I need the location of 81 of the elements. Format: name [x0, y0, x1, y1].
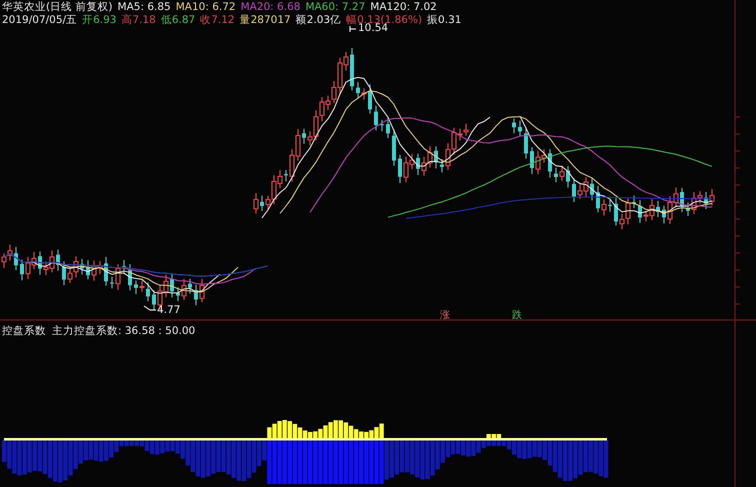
candlestick [548, 148, 552, 178]
candlestick [686, 202, 690, 217]
candlestick [128, 264, 132, 291]
candlestick [350, 48, 354, 91]
candlestick [362, 88, 366, 100]
candlestick [374, 105, 378, 131]
candlestick [356, 82, 360, 100]
candlestick [530, 146, 534, 175]
candlestick [188, 278, 192, 294]
candlestick [710, 188, 714, 206]
candlestick [398, 154, 402, 184]
candlestick [368, 84, 372, 114]
low-price-label: 4.77 [157, 304, 180, 316]
high-pointer-line [350, 26, 356, 32]
candlestick [110, 276, 114, 289]
candlestick [152, 290, 156, 312]
quote-value: 额2.03亿 [296, 14, 342, 27]
candlestick [512, 118, 516, 134]
candlestick [104, 256, 108, 286]
candlestick [56, 249, 60, 272]
candlestick [200, 278, 204, 303]
candlestick [392, 129, 396, 166]
candlestick [116, 264, 120, 290]
candlestick [176, 286, 180, 302]
candlestick [170, 274, 174, 298]
candlestick [14, 246, 18, 271]
candlestick [140, 280, 144, 292]
moving-average-value: MA5: 6.85 [118, 1, 171, 14]
candlestick [638, 200, 642, 224]
candlestick [632, 195, 636, 209]
candlestick [380, 119, 384, 132]
candlestick [560, 164, 564, 182]
candlestick [182, 278, 186, 300]
candlestick [302, 128, 306, 144]
candlestick [62, 260, 66, 286]
candlestick [20, 259, 24, 281]
candlestick [602, 198, 606, 216]
moving-average-value: MA20: 6.68 [240, 1, 300, 14]
moving-average-value: MA120: 7.02 [370, 1, 437, 14]
candlestick [590, 178, 594, 201]
stock-title: 华英农业(日线 前复权) [2, 1, 113, 14]
candlestick [254, 192, 258, 214]
candlestick [656, 200, 660, 218]
quote-value: 高7.18 [121, 14, 156, 27]
candlestick [38, 251, 42, 276]
candlestick [704, 191, 708, 210]
low-pointer-line [144, 306, 156, 310]
candlestick [554, 167, 558, 183]
date-label: 2019/07/05/五 [2, 14, 78, 27]
candlestick [260, 195, 264, 212]
candlestick [566, 166, 570, 188]
quote-value: 量287017 [240, 14, 291, 27]
candlestick [284, 170, 288, 182]
candlestick [80, 258, 84, 275]
trend-marker: 跌 [512, 308, 522, 322]
moving-average-value: MA60: 7.27 [305, 1, 366, 14]
candlestick [134, 280, 138, 295]
quote-value: 收7.12 [200, 14, 235, 27]
candlestick [608, 199, 612, 212]
moving-average-value: MA10: 6.72 [176, 1, 236, 14]
quote-value: 开6.93 [82, 14, 116, 27]
candlestick [146, 282, 150, 302]
candlestick [596, 185, 600, 213]
candlestick [86, 260, 90, 280]
candlestick [524, 126, 528, 160]
candlestick [614, 196, 618, 226]
trend-marker: 涨 [440, 308, 450, 322]
candlestick [572, 178, 576, 202]
candlestick [662, 205, 666, 224]
candlestick [518, 120, 522, 137]
candlestick [386, 117, 390, 139]
candlestick [194, 284, 198, 306]
candlestick [434, 146, 438, 169]
candlestick [680, 188, 684, 213]
indicator-readout: 主力控盘系数: 36.58 : 50.00 [52, 324, 196, 338]
candlestick [416, 153, 420, 176]
candlestick [122, 259, 126, 274]
quote-value: 振0.31 [427, 14, 462, 27]
indicator-name: 控盘系数 [2, 324, 46, 338]
candlestick [440, 158, 444, 173]
quote-value: 低6.87 [160, 14, 196, 27]
